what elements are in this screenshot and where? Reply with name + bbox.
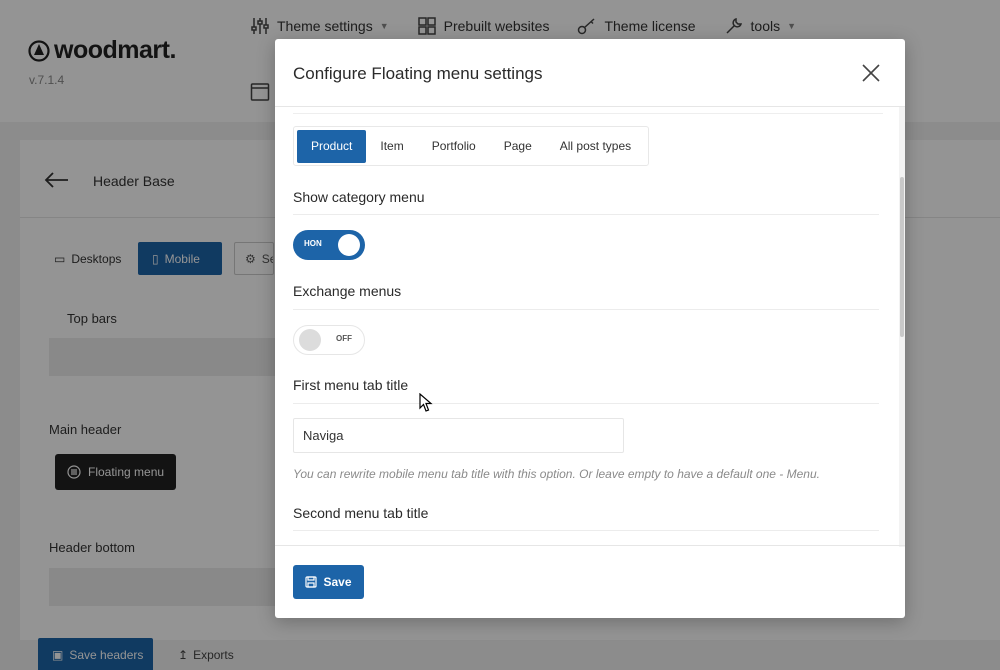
toggle-knob bbox=[338, 234, 360, 256]
toggle-knob bbox=[299, 329, 321, 351]
scrollbar-thumb[interactable] bbox=[900, 177, 904, 337]
modal-title: Configure Floating menu settings bbox=[293, 64, 543, 83]
exchange-menus-label: Exchange menus bbox=[293, 283, 402, 299]
close-icon[interactable] bbox=[861, 63, 881, 83]
section-divider bbox=[293, 403, 879, 404]
tab-all-post-types[interactable]: All post types bbox=[546, 130, 645, 163]
toggle-state-text: HON bbox=[304, 239, 322, 248]
mouse-cursor-icon bbox=[419, 393, 433, 412]
tab-product[interactable]: Product bbox=[297, 129, 367, 163]
modal-footer-divider bbox=[275, 545, 905, 546]
show-category-menu-label: Show category menu bbox=[293, 189, 425, 205]
tab-page[interactable]: Page bbox=[490, 130, 546, 163]
first-menu-tab-title-input[interactable] bbox=[293, 418, 624, 453]
section-divider bbox=[293, 309, 879, 310]
floppy-icon bbox=[305, 576, 318, 588]
first-menu-tab-title-help: You can rewrite mobile menu tab title wi… bbox=[293, 467, 820, 481]
modal-header-divider bbox=[275, 106, 905, 107]
toggle-state-text: OFF bbox=[336, 334, 352, 343]
second-menu-tab-title-label: Second menu tab title bbox=[293, 505, 429, 521]
first-menu-tab-title-label: First menu tab title bbox=[293, 377, 409, 393]
section-divider bbox=[293, 530, 879, 531]
post-type-tabs: Product Item Portfolio Page All post typ… bbox=[293, 126, 650, 166]
tab-item[interactable]: Item bbox=[366, 130, 417, 163]
save-label: Save bbox=[323, 575, 352, 589]
floating-menu-settings-modal: Configure Floating menu settings Product… bbox=[275, 39, 905, 618]
exchange-menus-toggle[interactable]: OFF bbox=[293, 325, 365, 355]
save-button[interactable]: Save bbox=[293, 565, 364, 599]
section-divider bbox=[293, 214, 879, 215]
show-category-menu-toggle[interactable]: HON bbox=[293, 230, 365, 260]
content-top-divider bbox=[293, 113, 883, 114]
tab-portfolio[interactable]: Portfolio bbox=[418, 130, 490, 163]
